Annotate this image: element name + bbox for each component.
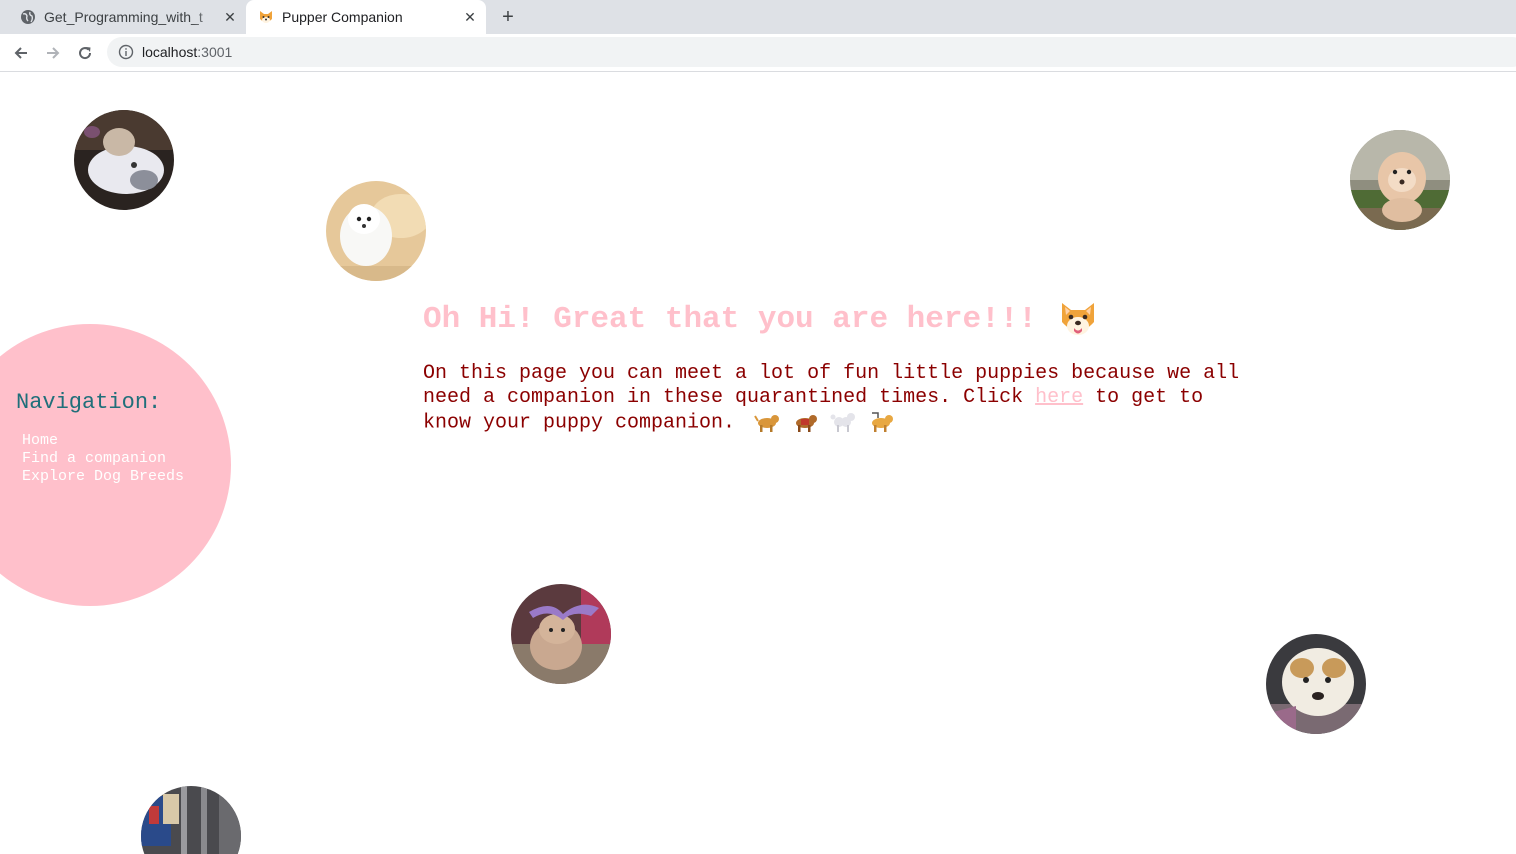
info-icon[interactable] xyxy=(118,44,134,60)
url-text: localhost:3001 xyxy=(142,44,232,60)
dog-face-icon xyxy=(1059,300,1097,338)
tab-pupper-companion[interactable]: Pupper Companion ✕ xyxy=(246,0,486,34)
forward-button[interactable] xyxy=(40,40,66,66)
nav-link-home[interactable]: Home xyxy=(22,432,184,450)
tab-title: Pupper Companion xyxy=(282,9,403,25)
puppy-photo-2 xyxy=(326,181,426,281)
back-button[interactable] xyxy=(8,40,34,66)
service-dog-icon xyxy=(791,410,819,434)
dog-icon xyxy=(753,410,781,434)
url-port: :3001 xyxy=(197,44,233,60)
url-host: localhost xyxy=(142,44,198,60)
arrow-left-icon xyxy=(14,47,27,59)
globe-icon xyxy=(20,9,36,25)
page-content: Navigation: Home Find a companion Explor… xyxy=(0,72,1516,854)
dog-emoji-row xyxy=(753,410,895,434)
poodle-icon xyxy=(829,410,857,434)
navigation-title: Navigation: xyxy=(16,390,162,415)
reload-icon xyxy=(79,47,92,60)
page-headline: Oh Hi! Great that you are here!!! xyxy=(423,300,1097,338)
tab-strip: Get_Programming_with_t ✕ Pupper Companio… xyxy=(0,0,1516,34)
guide-dog-icon xyxy=(867,410,895,434)
close-tab-icon[interactable]: ✕ xyxy=(220,7,240,27)
address-bar[interactable]: localhost:3001 xyxy=(107,37,1516,67)
puppy-photo-4 xyxy=(511,584,611,684)
dog-face-icon xyxy=(258,9,274,25)
close-tab-icon[interactable]: ✕ xyxy=(460,7,480,27)
puppy-photo-3 xyxy=(1350,130,1450,230)
nav-link-find-companion[interactable]: Find a companion xyxy=(22,450,184,468)
browser-toolbar: localhost:3001 xyxy=(0,34,1516,72)
headline-text: Oh Hi! Great that you are here!!! xyxy=(423,301,1037,337)
arrow-right-icon xyxy=(47,47,60,59)
intro-paragraph: On this page you can meet a lot of fun l… xyxy=(423,362,1263,435)
companion-link[interactable]: here xyxy=(1035,386,1083,409)
puppy-photo-1 xyxy=(74,110,174,210)
reload-button[interactable] xyxy=(72,40,98,66)
tab-title: Get_Programming_with_t xyxy=(44,9,203,25)
puppy-photo-6 xyxy=(141,786,241,854)
puppy-photo-5 xyxy=(1266,634,1366,734)
nav-link-explore-breeds[interactable]: Explore Dog Breeds xyxy=(22,468,184,486)
navigation-list: Home Find a companion Explore Dog Breeds xyxy=(22,432,184,486)
new-tab-button[interactable]: + xyxy=(496,5,520,29)
tab-get-programming[interactable]: Get_Programming_with_t ✕ xyxy=(8,0,246,34)
